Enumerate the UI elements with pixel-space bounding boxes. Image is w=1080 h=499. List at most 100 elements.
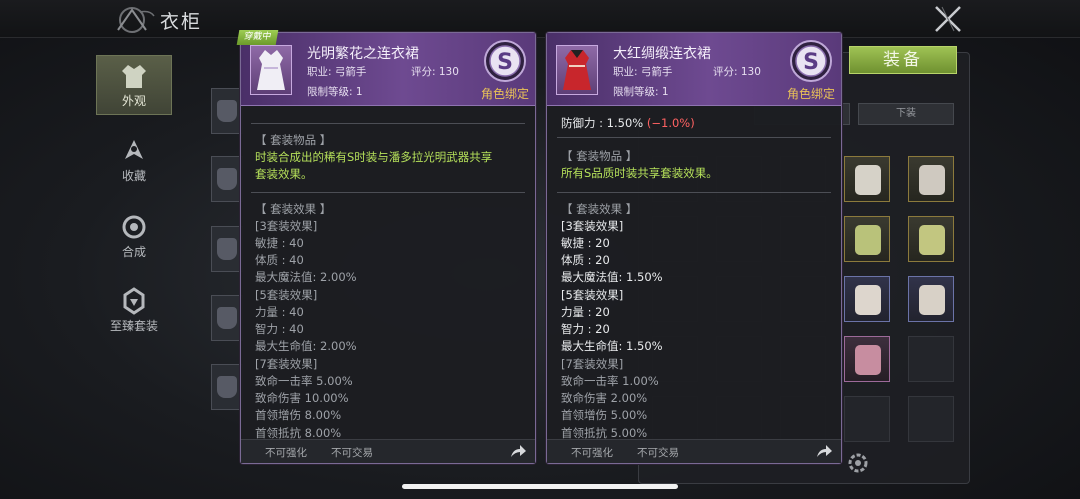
home-indicator[interactable] xyxy=(402,484,678,489)
set-effect-line: [7套装效果] xyxy=(561,357,624,371)
item-slot[interactable] xyxy=(211,88,243,134)
divider xyxy=(557,137,831,138)
nav-label: 外观 xyxy=(121,94,146,108)
inventory-slot[interactable] xyxy=(844,276,890,322)
page-title: 衣柜 xyxy=(160,11,203,33)
not-enhanceable-label: 不可强化 xyxy=(571,447,613,459)
item-score: 评分: 130 xyxy=(411,66,459,78)
nav-label: 至臻套装 xyxy=(109,319,158,333)
set-items-desc: 套装效果。 xyxy=(255,167,313,181)
set-effect-line: [7套装效果] xyxy=(255,357,318,371)
inventory-slot[interactable] xyxy=(908,276,954,322)
divider xyxy=(251,123,525,124)
divider xyxy=(557,192,831,193)
set-effect-header: 【 套装效果 】 xyxy=(561,202,638,216)
nav-item-favorites[interactable]: 收藏 xyxy=(96,131,172,191)
nav-label: 收藏 xyxy=(121,169,146,183)
item-tooltip-compare: 大红绸缎连衣裙 职业: 弓箭手 评分: 130 限制等级: 1 S 角色绑定 防… xyxy=(546,32,842,464)
premium-set-icon xyxy=(123,287,145,315)
favorites-icon xyxy=(125,140,143,159)
nav-label: 合成 xyxy=(121,245,146,259)
tooltip-footer: 不可强化 不可交易 xyxy=(547,439,841,463)
dress-item-icon xyxy=(250,45,292,95)
set-effect-line: 致命伤害 10.00% xyxy=(255,391,349,405)
set-effect-line: 敏捷 : 20 xyxy=(561,236,610,250)
defense-diff: (−1.0%) xyxy=(646,116,695,130)
item-slot[interactable] xyxy=(211,364,243,410)
set-effect-line: 致命一击率 5.00% xyxy=(255,374,353,388)
nav-item-appearance[interactable]: 外观 xyxy=(96,55,172,115)
divider xyxy=(251,192,525,193)
settings-gear-icon[interactable] xyxy=(843,450,873,476)
inventory-slot[interactable] xyxy=(908,156,954,202)
set-effect-line: 体质 : 40 xyxy=(255,253,304,267)
bind-status: 角色绑定 xyxy=(786,87,835,101)
filter-tab-label: 下装 xyxy=(896,108,916,119)
bind-status: 角色绑定 xyxy=(480,87,529,101)
set-effect-line: 敏捷 : 40 xyxy=(255,236,304,250)
synthesis-icon xyxy=(122,215,146,239)
item-level-limit: 限制等级: 1 xyxy=(307,86,363,98)
close-icon[interactable] xyxy=(932,4,964,34)
not-tradeable-label: 不可交易 xyxy=(637,447,679,459)
wearing-badge: 穿戴中 xyxy=(236,30,279,45)
item-slot[interactable] xyxy=(211,295,243,341)
set-effect-line: 体质 : 20 xyxy=(561,253,610,267)
set-effect-line: 力量 : 20 xyxy=(561,305,610,319)
set-items-header: 【 套装物品 】 xyxy=(561,149,638,163)
equip-button[interactable]: 装备 xyxy=(849,46,957,74)
dress-item-icon xyxy=(556,45,598,95)
item-level-limit: 限制等级: 1 xyxy=(613,86,669,98)
inventory-slot[interactable] xyxy=(844,336,890,382)
set-effect-header: 【 套装效果 】 xyxy=(255,202,332,216)
top-bar: 衣柜 xyxy=(0,0,1080,38)
inventory-slot[interactable] xyxy=(844,396,890,442)
set-effect-line: 最大生命值: 2.00% xyxy=(255,339,357,353)
item-class: 职业: 弓箭手 xyxy=(613,66,673,78)
set-effect-line: 最大生命值: 1.50% xyxy=(561,339,663,353)
item-slot[interactable] xyxy=(211,156,243,202)
set-effect-line: [3套装效果] xyxy=(255,219,318,233)
item-name: 大红绸缎连衣裙 xyxy=(613,46,711,62)
tooltip-footer: 不可强化 不可交易 xyxy=(241,439,535,463)
not-tradeable-label: 不可交易 xyxy=(331,447,373,459)
inventory-slot[interactable] xyxy=(908,216,954,262)
set-effect-line: 智力 : 20 xyxy=(561,322,610,336)
set-effect-line: [3套装效果] xyxy=(561,219,624,233)
item-name: 光明繁花之连衣裙 xyxy=(307,46,419,62)
set-effect-line: 致命伤害 2.00% xyxy=(561,391,648,405)
set-effect-line: 最大魔法值: 2.00% xyxy=(255,270,357,284)
svg-text:S: S xyxy=(497,50,513,75)
grade-s-badge-icon: S xyxy=(484,40,526,82)
defense-stat: 防御力 : 1.50% (−1.0%) xyxy=(561,115,695,131)
tooltip-header: 大红绸缎连衣裙 职业: 弓箭手 评分: 130 限制等级: 1 S 角色绑定 xyxy=(547,33,841,106)
set-effect-line: 力量 : 40 xyxy=(255,305,304,319)
tooltip-header: 光明繁花之连衣裙 职业: 弓箭手 评分: 130 限制等级: 1 S 角色绑定 xyxy=(241,33,535,106)
item-slot[interactable] xyxy=(211,226,243,272)
set-effect-line: 首领增伤 8.00% xyxy=(255,408,342,422)
share-icon[interactable] xyxy=(509,443,527,459)
set-effect-line: [5套装效果] xyxy=(255,288,318,302)
filter-tab-lower[interactable]: 下装 xyxy=(858,103,954,125)
defense-value: 防御力 : 1.50% xyxy=(561,116,644,130)
inventory-slot[interactable] xyxy=(844,156,890,202)
not-enhanceable-label: 不可强化 xyxy=(265,447,307,459)
svg-text:S: S xyxy=(803,50,819,75)
set-effect-line: 最大魔法值: 1.50% xyxy=(561,270,663,284)
set-effect-line: 首领增伤 5.00% xyxy=(561,408,648,422)
item-score: 评分: 130 xyxy=(713,66,761,78)
share-icon[interactable] xyxy=(815,443,833,459)
outfit-icon xyxy=(122,65,146,88)
inventory-slot[interactable] xyxy=(908,336,954,382)
set-items-desc: 所有S品质时装共享套装效果。 xyxy=(561,166,718,180)
grade-s-badge-icon: S xyxy=(790,40,832,82)
set-effect-line: 智力 : 40 xyxy=(255,322,304,336)
set-items-header: 【 套装物品 】 xyxy=(255,133,332,147)
wardrobe-logo-icon xyxy=(117,7,155,33)
nav-item-synthesis[interactable]: 合成 xyxy=(96,207,172,267)
item-tooltip-equipped: 光明繁花之连衣裙 职业: 弓箭手 评分: 130 限制等级: 1 S 角色绑定 … xyxy=(236,30,536,464)
inventory-slot[interactable] xyxy=(908,396,954,442)
inventory-slot[interactable] xyxy=(844,216,890,262)
set-effect-line: 致命一击率 1.00% xyxy=(561,374,659,388)
nav-item-premium-set[interactable]: 至臻套装 xyxy=(96,281,172,341)
